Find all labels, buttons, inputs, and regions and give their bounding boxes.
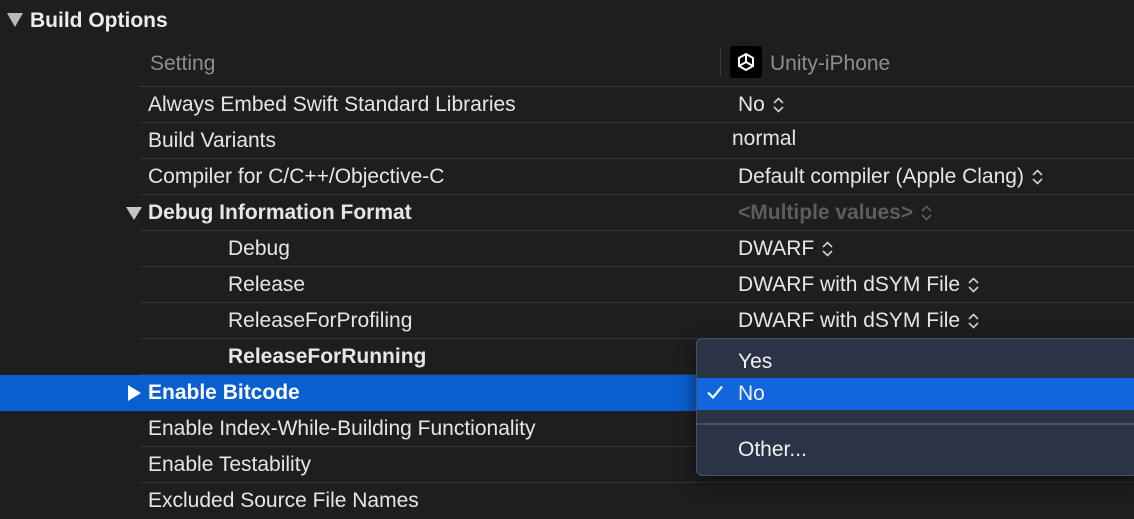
target-column-label: Unity-iPhone xyxy=(770,52,891,75)
setting-row-debug-information-format[interactable]: Debug Information Format <Multiple value… xyxy=(0,195,1134,231)
menu-item-no[interactable]: No xyxy=(697,378,1134,410)
up-down-stepper-icon xyxy=(968,277,979,293)
setting-value[interactable]: normal xyxy=(732,127,796,151)
setting-row-always-embed-swift[interactable]: Always Embed Swift Standard Libraries No xyxy=(0,87,1134,123)
setting-label: Release xyxy=(228,273,306,296)
setting-row-release-for-profiling[interactable]: ReleaseForProfiling DWARF with dSYM File xyxy=(0,303,1134,339)
setting-label: Enable Index-While-Building Functionalit… xyxy=(148,417,536,440)
setting-label: ReleaseForRunning xyxy=(228,345,427,368)
setting-label: ReleaseForProfiling xyxy=(228,309,413,332)
setting-label: Enable Bitcode xyxy=(148,381,300,404)
setting-value[interactable]: No xyxy=(738,93,784,117)
menu-item-other[interactable]: Other... xyxy=(697,434,1134,466)
disclosure-right-icon[interactable] xyxy=(128,385,141,401)
up-down-stepper-icon xyxy=(822,241,833,257)
menu-item-yes[interactable]: Yes xyxy=(697,346,1134,378)
setting-label: Compiler for C/C++/Objective-C xyxy=(148,165,445,188)
value-popup-menu: Yes No Other... xyxy=(696,338,1134,476)
unity-logo-icon xyxy=(730,46,762,78)
setting-row-build-variants[interactable]: Build Variants normal xyxy=(0,123,1134,159)
setting-row-excluded-source-file-names[interactable]: Excluded Source File Names xyxy=(0,483,1134,519)
setting-label: Debug Information Format xyxy=(148,201,412,224)
setting-column-label: Setting xyxy=(150,52,216,75)
up-down-stepper-icon xyxy=(1032,169,1043,185)
disclosure-down-icon[interactable] xyxy=(126,207,142,220)
setting-row-compiler[interactable]: Compiler for C/C++/Objective-C Default c… xyxy=(0,159,1134,195)
up-down-stepper-icon xyxy=(968,313,979,329)
up-down-stepper-icon xyxy=(773,97,784,113)
setting-value[interactable]: DWARF with dSYM File xyxy=(738,309,979,333)
setting-value[interactable]: DWARF xyxy=(738,237,833,261)
menu-separator xyxy=(697,423,1134,425)
setting-row-release[interactable]: Release DWARF with dSYM File xyxy=(0,267,1134,303)
setting-row-debug[interactable]: Debug DWARF xyxy=(0,231,1134,267)
up-down-stepper-icon xyxy=(921,205,932,221)
setting-label: Build Variants xyxy=(148,129,277,152)
setting-label: Excluded Source File Names xyxy=(148,489,419,512)
setting-value[interactable]: Default compiler (Apple Clang) xyxy=(738,165,1043,189)
checkmark-icon xyxy=(706,383,724,407)
section-title: Build Options xyxy=(30,9,168,32)
setting-label: Always Embed Swift Standard Libraries xyxy=(148,93,516,116)
setting-label: Enable Testability xyxy=(148,453,312,476)
setting-value[interactable]: DWARF with dSYM File xyxy=(738,273,979,297)
setting-value[interactable]: <Multiple values> xyxy=(738,201,932,225)
section-header-build-options[interactable]: Build Options xyxy=(0,0,1134,44)
disclosure-down-icon[interactable] xyxy=(7,13,23,27)
column-divider[interactable] xyxy=(720,48,721,76)
column-header: Setting Unity-iPhone xyxy=(140,44,1134,87)
setting-label: Debug xyxy=(228,237,290,260)
